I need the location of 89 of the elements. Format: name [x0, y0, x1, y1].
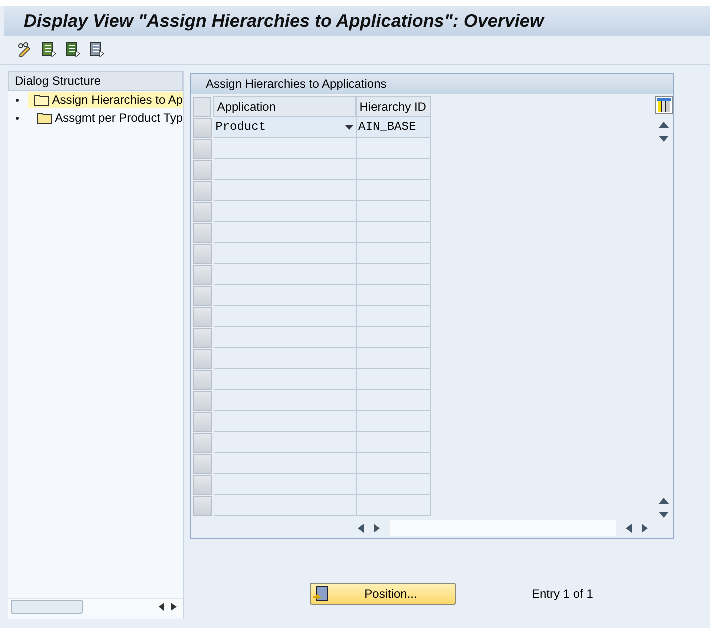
table-cell[interactable]: Product [214, 117, 357, 138]
position-icon [313, 586, 329, 602]
table-cell[interactable] [214, 348, 357, 369]
table-cell[interactable] [214, 411, 357, 432]
left-arrow-icon[interactable] [358, 524, 364, 532]
down-arrow-icon[interactable] [659, 136, 669, 142]
right-arrow-icon[interactable] [374, 524, 380, 532]
row-selector[interactable] [193, 160, 212, 180]
table-cell: AIN_BASE [356, 117, 431, 138]
table-cell[interactable] [214, 369, 357, 390]
table-settings-icon[interactable] [657, 98, 671, 112]
row-selector[interactable] [193, 433, 212, 453]
position-button[interactable]: Position... [310, 583, 456, 605]
table-cell[interactable] [356, 222, 431, 243]
row-selector[interactable] [193, 454, 212, 474]
tree-item[interactable]: Assgmt per Product Typ [31, 110, 183, 126]
document-arrow-icon[interactable] [65, 42, 81, 58]
document-arrow-icon[interactable] [41, 42, 57, 58]
table-cell[interactable] [356, 285, 431, 306]
table-cell[interactable] [214, 201, 357, 222]
table-cell[interactable] [214, 306, 357, 327]
row-selector[interactable] [193, 139, 212, 159]
row-selector[interactable] [193, 412, 212, 432]
right-arrow-icon[interactable] [642, 524, 648, 532]
table-cell[interactable] [214, 138, 357, 159]
row-selector[interactable] [193, 181, 212, 201]
table-cell[interactable] [214, 327, 357, 348]
select-all-button[interactable] [193, 97, 212, 117]
table-cell[interactable] [356, 306, 431, 327]
scrollbar-thumb[interactable] [11, 600, 83, 614]
table-cell[interactable] [356, 453, 431, 474]
table-cell[interactable] [356, 159, 431, 180]
table-cell[interactable] [356, 390, 431, 411]
row-selector[interactable] [193, 118, 212, 138]
table-cell[interactable] [356, 243, 431, 264]
folder-icon [34, 94, 50, 106]
folder-icon [37, 112, 54, 124]
table-cell[interactable] [356, 474, 431, 495]
table-cell[interactable] [214, 474, 357, 495]
row-selector[interactable] [193, 223, 212, 243]
table-cell[interactable] [356, 264, 431, 285]
up-arrow-icon[interactable] [659, 498, 669, 504]
tree-item[interactable]: Assign Hierarchies to Ap [28, 92, 183, 108]
column-header[interactable]: Application [213, 96, 356, 117]
table-cell[interactable] [214, 495, 357, 516]
down-arrow-icon[interactable] [659, 512, 669, 518]
table-cell[interactable] [356, 138, 431, 159]
table-cell[interactable] [214, 285, 357, 306]
row-selector[interactable] [193, 349, 212, 369]
dropdown-caret-icon[interactable] [344, 124, 354, 130]
bullet-icon [16, 116, 19, 120]
pencil-glasses-icon[interactable] [17, 42, 33, 58]
up-arrow-icon[interactable] [659, 122, 669, 128]
table-cell[interactable] [356, 327, 431, 348]
row-selector[interactable] [193, 391, 212, 411]
row-selector[interactable] [193, 328, 212, 348]
table-title: Assign Hierarchies to Applications [191, 74, 673, 94]
row-selector[interactable] [193, 496, 212, 516]
right-arrow-icon[interactable] [171, 603, 177, 611]
table-cell[interactable] [356, 369, 431, 390]
table-cell[interactable] [214, 222, 357, 243]
entry-count: Entry 1 of 1 [532, 587, 594, 601]
left-arrow-icon[interactable] [626, 524, 632, 532]
row-selector[interactable] [193, 286, 212, 306]
table-cell[interactable] [214, 264, 357, 285]
row-selector[interactable] [193, 307, 212, 327]
table-cell[interactable] [214, 159, 357, 180]
left-arrow-icon[interactable] [159, 603, 165, 611]
panel-title: Dialog Structure [8, 71, 183, 91]
table-cell[interactable] [356, 180, 431, 201]
row-selector[interactable] [193, 475, 212, 495]
table-cell[interactable] [214, 432, 357, 453]
row-selector[interactable] [193, 202, 212, 222]
bullet-icon [16, 98, 19, 102]
table-cell[interactable] [356, 495, 431, 516]
table-cell[interactable] [214, 243, 357, 264]
document-arrow-icon[interactable] [89, 42, 105, 58]
row-selector[interactable] [193, 244, 212, 264]
table-cell[interactable] [214, 453, 357, 474]
window-title: Display View "Assign Hierarchies to Applications": Overview [24, 10, 544, 32]
table-cell[interactable] [214, 180, 357, 201]
table-cell[interactable] [356, 348, 431, 369]
table-cell[interactable] [214, 390, 357, 411]
table-cell[interactable] [356, 411, 431, 432]
table-cell[interactable] [356, 432, 431, 453]
column-header[interactable]: Hierarchy ID [356, 96, 431, 117]
row-selector[interactable] [193, 265, 212, 285]
table-cell[interactable] [356, 201, 431, 222]
row-selector[interactable] [193, 370, 212, 390]
